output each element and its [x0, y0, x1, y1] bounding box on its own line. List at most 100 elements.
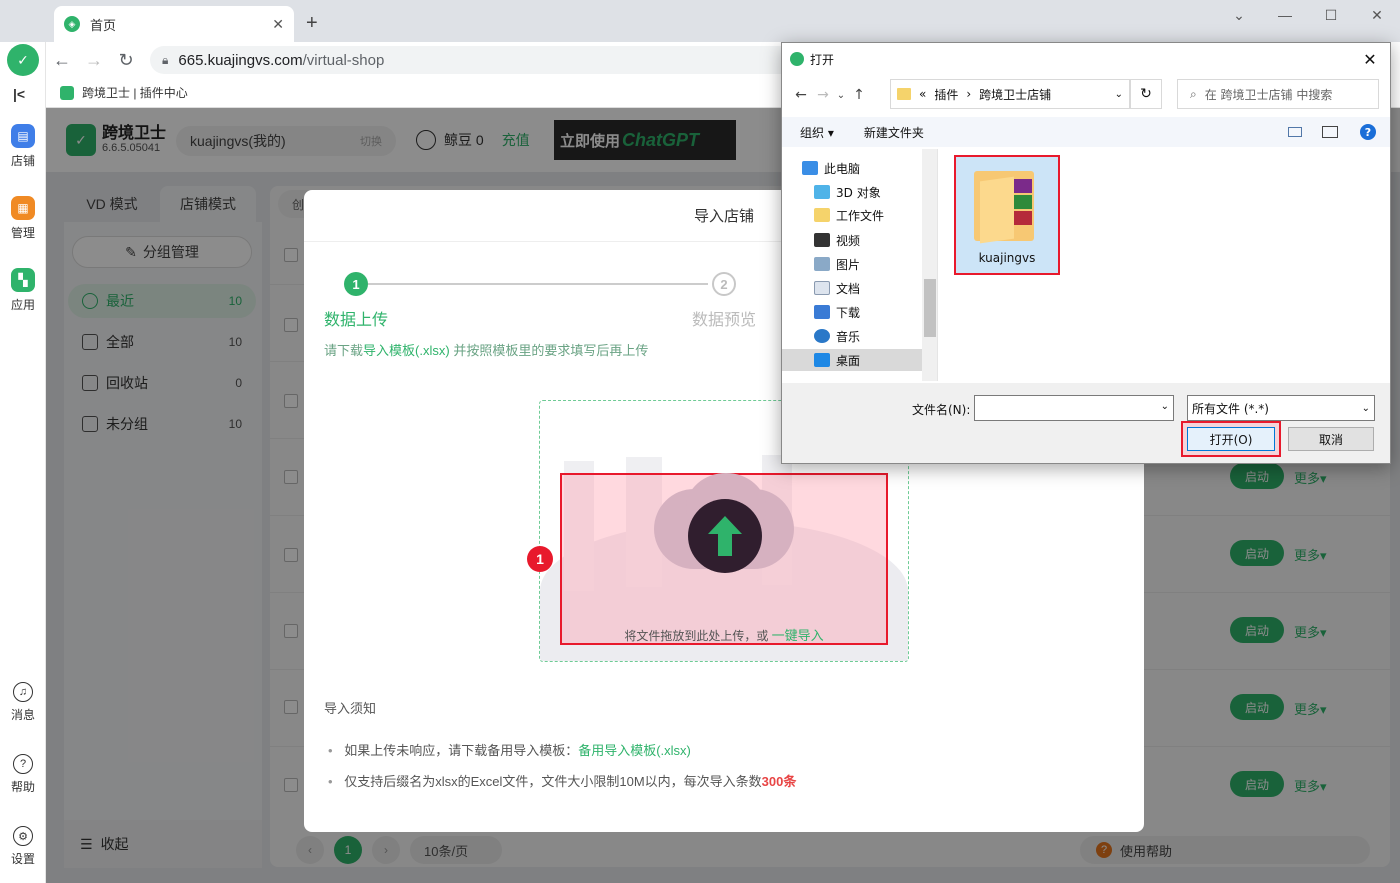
question-icon: ?: [13, 754, 33, 774]
filename-input[interactable]: ⌄: [974, 395, 1174, 421]
template-download-link[interactable]: 导入模板(.xlsx): [363, 343, 450, 358]
backup-template-link[interactable]: 备用导入模板(.xlsx): [578, 743, 691, 758]
site-favicon-icon: ◈: [64, 16, 80, 32]
lock-icon: 🔒︎: [162, 52, 169, 67]
browser-tabbar: ◈ 首页 ✕ + ⌄ — ☐ ✕: [0, 0, 1400, 42]
new-folder-button[interactable]: 新建文件夹: [864, 124, 924, 141]
manage-icon: ▦: [11, 196, 35, 220]
up-arrow-icon[interactable]: ↑: [848, 87, 870, 103]
tree-item-documents[interactable]: 文档: [782, 277, 922, 299]
path-breadcrumb[interactable]: « 插件 › 跨境卫士店铺 ⌄: [890, 79, 1130, 109]
refresh-button[interactable]: ↻: [1130, 79, 1162, 109]
navigation-tree: 此电脑 3D 对象 工作文件 视频 图片 文档 下载 音乐 桌面: [782, 149, 938, 381]
recent-dropdown-icon[interactable]: ⌄: [834, 90, 848, 101]
breadcrumb-item[interactable]: 插件: [934, 86, 958, 103]
download-arrow-icon: [814, 305, 830, 319]
upload-arrow-icon[interactable]: [688, 499, 762, 573]
minimize-button[interactable]: —: [1262, 0, 1308, 30]
rail-label: 管理: [10, 226, 35, 240]
organize-menu[interactable]: 组织 ▾: [800, 124, 834, 141]
dialog-footer: 文件名(N): ⌄ 所有文件 (*.*) ⌄ 打开(O) 取消: [782, 383, 1390, 463]
rail-label: 帮助: [10, 780, 35, 794]
extension-rail: ✓ |< ▤ 店铺 ▦ 管理 ▚ 应用 ♫ 消息 ? 帮助 ⚙ 设置: [0, 42, 46, 883]
tree-item-music[interactable]: 音乐: [782, 325, 922, 347]
picture-icon: [814, 257, 830, 271]
tree-item-videos[interactable]: 视频: [782, 229, 922, 251]
rail-item-apps[interactable]: ▚ 应用: [0, 268, 46, 313]
scrollbar-thumb[interactable]: [924, 279, 936, 337]
back-button[interactable]: ←: [46, 50, 78, 71]
dropzone-text: 将文件拖放到此处上传，或 一键导入: [624, 628, 824, 643]
folder-search-input[interactable]: ⌕ 在 跨境卫士店铺 中搜索: [1177, 79, 1379, 109]
tab-close-icon[interactable]: ✕: [272, 16, 284, 33]
browser-tab[interactable]: ◈ 首页 ✕: [54, 6, 294, 42]
apps-icon: ▚: [11, 268, 35, 292]
close-window-button[interactable]: ✕: [1354, 0, 1400, 30]
rail-item-settings[interactable]: ⚙ 设置: [0, 826, 46, 867]
rail-item-help[interactable]: ? 帮助: [0, 754, 46, 795]
back-arrow-icon[interactable]: ←: [790, 87, 812, 103]
bookmark-favicon-icon: [60, 85, 74, 100]
step-2-label: 数据预览: [692, 312, 757, 329]
new-tab-button[interactable]: +: [306, 12, 318, 35]
cube-icon: [814, 185, 830, 199]
tree-item-this-pc[interactable]: 此电脑: [782, 157, 922, 179]
rail-label: 店铺: [10, 154, 35, 168]
close-icon[interactable]: ✕: [1350, 50, 1390, 69]
tree-item-3d-objects[interactable]: 3D 对象: [782, 181, 922, 203]
store-icon: ▤: [11, 124, 35, 148]
cancel-button[interactable]: 取消: [1288, 427, 1374, 451]
one-click-import-link[interactable]: 一键导入: [772, 628, 824, 643]
computer-icon: [802, 161, 818, 175]
film-icon: [814, 233, 830, 247]
maximize-button[interactable]: ☐: [1308, 0, 1354, 30]
forward-arrow-icon[interactable]: →: [812, 87, 834, 103]
folder-icon: [814, 208, 830, 222]
tree-item-pictures[interactable]: 图片: [782, 253, 922, 275]
gear-icon: ⚙: [13, 826, 33, 846]
bookmark-item[interactable]: 跨境卫士 | 插件中心: [82, 84, 188, 101]
template-hint: 请下载导入模板(.xlsx) 并按照模板里的要求填写后再上传: [324, 343, 649, 358]
filetype-select[interactable]: 所有文件 (*.*) ⌄: [1187, 395, 1375, 421]
tree-scrollbar[interactable]: [922, 149, 937, 381]
bell-icon: ♫: [13, 682, 33, 702]
shield-logo-icon[interactable]: ✓: [7, 44, 39, 76]
forward-button[interactable]: →: [78, 50, 110, 71]
collapse-rail-icon[interactable]: |<: [13, 86, 25, 102]
rail-item-messages[interactable]: ♫ 消息: [0, 682, 46, 723]
filename-label: 文件名(N):: [912, 403, 971, 417]
tab-title: 首页: [90, 17, 117, 33]
step-1-indicator: 1: [344, 272, 368, 296]
annotation-badge-1: 1: [527, 546, 553, 572]
open-file-dialog: 打开 ✕ ← → ⌄ ↑ « 插件 › 跨境卫士店铺 ⌄ ↻ ⌕ 在 跨境卫士店…: [781, 42, 1391, 464]
note-1: 如果上传未响应，请下载备用导入模板：备用导入模板(.xlsx): [328, 740, 691, 759]
preview-pane-icon[interactable]: [1322, 126, 1338, 138]
rail-label: 应用: [10, 298, 35, 312]
search-icon: ⌕: [1190, 86, 1197, 101]
reload-button[interactable]: ↻: [110, 50, 142, 71]
app-icon: [790, 52, 804, 66]
tree-item-desktop[interactable]: 桌面: [782, 349, 922, 371]
chevron-down-icon[interactable]: ⌄: [1161, 401, 1169, 412]
rail-label: 设置: [10, 852, 35, 866]
open-button[interactable]: 打开(O): [1187, 427, 1275, 451]
dialog-titlebar: 打开 ✕: [782, 43, 1390, 75]
url-path: /virtual-shop: [302, 51, 385, 69]
folder-icon: [897, 88, 911, 100]
tree-item-work-files[interactable]: 工作文件: [782, 204, 922, 226]
help-icon[interactable]: ?: [1360, 124, 1376, 140]
folder-item-kuajingvs[interactable]: kuajingvs: [954, 155, 1060, 275]
file-name-label: kuajingvs: [978, 251, 1036, 265]
chevron-down-icon[interactable]: ⌄: [1216, 0, 1262, 30]
dialog-toolbar: 组织 ▾ 新建文件夹 ?: [782, 117, 1390, 147]
url-input[interactable]: 🔒︎ 665.kuajingvs.com/virtual-shop: [150, 46, 870, 74]
tree-item-downloads[interactable]: 下载: [782, 301, 922, 323]
chevron-down-icon: ⌄: [1361, 402, 1370, 414]
chevron-down-icon[interactable]: ⌄: [1115, 89, 1123, 100]
rail-item-manage[interactable]: ▦ 管理: [0, 196, 46, 241]
rail-item-shops[interactable]: ▤ 店铺: [0, 124, 46, 169]
music-note-icon: [814, 329, 830, 343]
breadcrumb-item[interactable]: 跨境卫士店铺: [979, 86, 1051, 103]
view-mode-icon[interactable]: [1288, 127, 1302, 137]
desktop-icon: [814, 353, 830, 367]
